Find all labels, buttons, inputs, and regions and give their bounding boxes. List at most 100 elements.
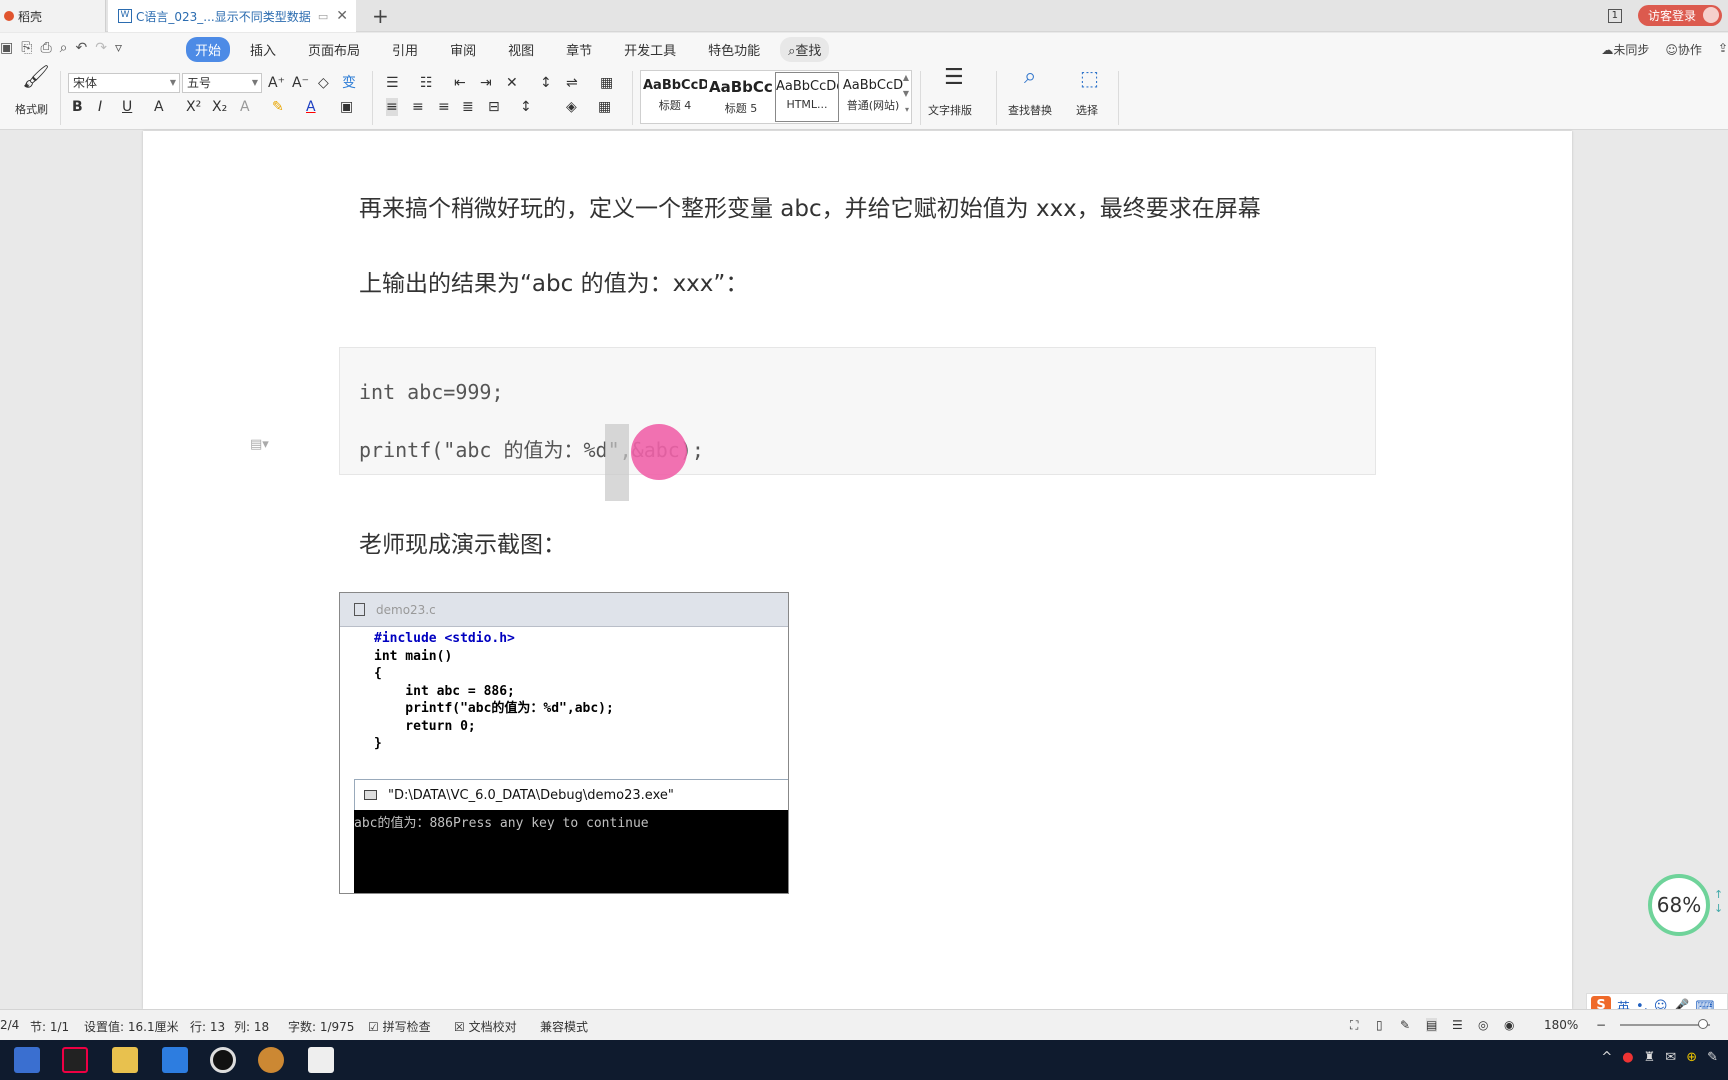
highlight-icon[interactable]: ✎ [272,98,284,116]
status-page[interactable]: 2/4 [0,1018,19,1032]
line-spacing-icon[interactable]: ↕ [520,98,532,116]
align-center-icon[interactable]: ≡ [412,98,424,116]
font-name-select[interactable]: 宋体 ▼ [68,73,180,93]
document-page[interactable]: 再来搞个稍微好玩的，定义一个整形变量 abc，并给它赋初始值为 xxx，最终要求… [143,131,1572,1009]
write-mode-icon[interactable]: ✎ [1400,1018,1410,1032]
menu-references[interactable]: 引用 [380,37,430,62]
text-layout-icon[interactable]: ☰ [944,67,964,89]
text-layout-label[interactable]: 文字排版 [928,102,972,118]
menu-insert[interactable]: 插入 [238,37,288,62]
underline-icon[interactable]: U [122,98,132,116]
format-painter-label[interactable]: 格式刷 [15,101,48,117]
zoom-slider[interactable] [1620,1024,1710,1026]
spell-check-button[interactable]: ☑ 拼写检查 [368,1018,431,1035]
code-line-1[interactable]: int abc=999; [359,380,504,404]
whiteboard-icon[interactable] [308,1047,334,1073]
paragraph-3[interactable]: 老师现成演示截图： [359,525,566,559]
table-grid-icon[interactable]: ▦ [600,74,613,92]
paragraph-menu-icon[interactable]: ▤▾ [250,437,269,452]
tab-pin-icon[interactable]: ▭ [318,10,328,23]
share-icon[interactable]: ⇪ [1718,41,1728,58]
tray-expand-icon[interactable]: ^ [1601,1050,1612,1065]
code-block[interactable]: int abc=999; printf("abc 的值为：%d",&abc); [339,347,1376,475]
print-icon[interactable]: ⎙ [40,40,51,56]
shading-icon[interactable]: ◈ [566,98,577,116]
align-right-icon[interactable]: ≡ [438,98,450,116]
menu-chapter[interactable]: 章节 [554,37,604,62]
paragraph-1[interactable]: 再来搞个稍微好玩的，定义一个整形变量 abc，并给它赋初始值为 xxx，最终要求… [359,189,1261,223]
phonetic-guide-icon[interactable]: 变 [342,74,356,92]
justify-icon[interactable]: ≣ [462,98,474,116]
select-label[interactable]: 选择 [1076,102,1098,118]
status-section[interactable]: 节: 1/1 [30,1018,69,1035]
sort-icon[interactable]: ↕ [540,74,552,92]
page-view-icon[interactable]: ▤ [1426,1018,1438,1032]
tray-pen-icon[interactable]: ✎ [1707,1050,1718,1065]
text-effect-icon[interactable]: A [240,98,250,116]
zoom-badge[interactable]: 68% [1648,874,1710,936]
font-color-icon[interactable]: A [306,98,316,116]
print-preview-icon[interactable]: ⌕ [60,40,68,56]
zoom-arrows[interactable]: ↑ ↓ [1714,888,1723,916]
arrow-up-icon[interactable]: ↑ [1714,888,1723,902]
menu-review[interactable]: 审阅 [438,37,488,62]
style-scroll-down-icon[interactable]: ▼ [903,89,909,98]
subscript-icon[interactable]: X₂ [212,98,227,116]
increase-indent-icon[interactable]: ⇥ [480,74,492,92]
bullet-list-icon[interactable]: ☰ [386,74,399,92]
status-words[interactable]: 字数: 1/975 [288,1018,354,1035]
superscript-icon[interactable]: X² [186,98,201,116]
app-icon[interactable] [258,1047,284,1073]
customize-dropdown-icon[interactable]: ▿ [115,40,122,56]
save-as-icon[interactable]: ⎘ [21,40,32,56]
italic-icon[interactable]: I [98,98,102,116]
computer-icon[interactable] [14,1047,40,1073]
shrink-font-icon[interactable]: A⁻ [292,74,309,92]
strikethrough-icon[interactable]: A [154,98,164,116]
status-setting[interactable]: 设置值: 16.1厘米 [84,1018,179,1035]
clear-format-icon[interactable]: ◇ [318,74,329,92]
tray-wechat-icon[interactable]: ✉ [1665,1050,1676,1065]
menu-special[interactable]: 特色功能 [696,37,772,62]
login-button[interactable]: 访客登录 [1637,5,1722,26]
web-view-icon[interactable]: ◎ [1478,1018,1488,1032]
align-left-icon[interactable]: ≡ [386,98,398,116]
eye-protect-icon[interactable]: ◉ [1504,1018,1514,1032]
style-normal-web[interactable]: AaBbCcD 普通(网站) [841,72,905,122]
intellij-icon[interactable] [62,1047,88,1073]
tab-daoke[interactable]: 稻壳 [0,0,106,32]
decrease-indent-icon[interactable]: ⇤ [454,74,466,92]
menu-page-layout[interactable]: 页面布局 [296,37,372,62]
menu-search[interactable]: ⌕查找 [780,37,830,62]
menu-developer[interactable]: 开发工具 [612,37,688,62]
font-size-select[interactable]: 五号 ▼ [182,73,262,93]
menu-view[interactable]: 视图 [496,37,546,62]
zoom-slider-thumb[interactable] [1698,1019,1708,1029]
find-replace-label[interactable]: 查找替换 [1008,102,1052,118]
distribute-icon[interactable]: ⊟ [488,98,500,116]
style-expand-icon[interactable]: ▾ [905,105,909,114]
save-icon[interactable]: ▣ [0,40,13,56]
style-html[interactable]: AaBbCcDd HTML... [775,72,839,122]
find-replace-icon[interactable]: ⌕ [1024,66,1036,88]
undo-icon[interactable]: ↶ [75,40,87,56]
demo-screenshot-image[interactable]: demo23.c #include <stdio.h> int main() { i… [339,592,789,894]
file-explorer-icon[interactable] [112,1047,138,1073]
char-border-icon[interactable]: ▣ [340,98,353,116]
style-scroll-up-icon[interactable]: ▲ [903,73,909,82]
record-icon[interactable] [210,1047,236,1073]
page-count-badge[interactable]: 1 [1607,8,1622,23]
bold-icon[interactable]: B [72,98,83,116]
tray-app-icon[interactable]: ♜ [1644,1050,1656,1065]
grow-font-icon[interactable]: A⁺ [268,74,285,92]
close-tab-icon[interactable]: ✕ [336,8,348,24]
menu-home[interactable]: 开始 [186,37,231,62]
collab-button[interactable]: ☺协作 [1665,41,1702,58]
zoom-out-icon[interactable]: − [1596,1018,1606,1032]
show-marks-icon[interactable]: ⇌ [566,74,578,92]
fullscreen-icon[interactable]: ⛶ [1350,1018,1358,1033]
select-icon[interactable]: ⬚ [1080,68,1099,88]
redo-icon[interactable]: ↷ [95,40,107,56]
chinese-layout-icon[interactable]: ✕ [506,74,518,92]
paragraph-2[interactable]: 上输出的结果为“abc 的值为：xxx”： [359,264,748,298]
